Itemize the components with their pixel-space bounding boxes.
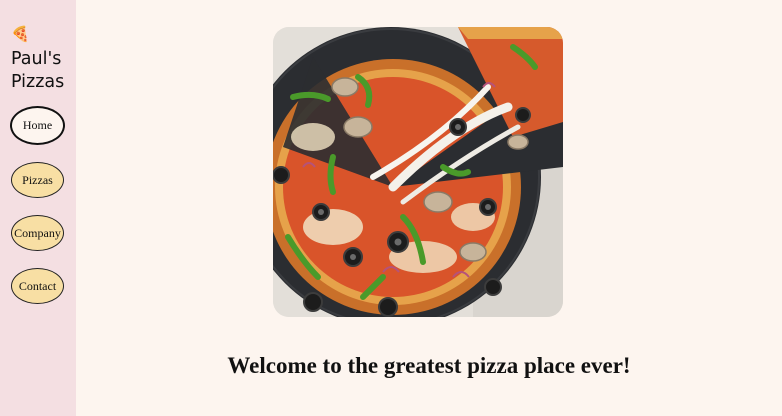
hero-pizza-image [273, 27, 563, 317]
nav-company-label: Company [14, 225, 61, 240]
brand-title: Paul's Pizzas [11, 49, 65, 92]
nav-contact-label: Contact [18, 278, 57, 293]
welcome-heading: Welcome to the greatest pizza place ever… [227, 353, 631, 378]
nav-pizzas-label: Pizzas [22, 172, 53, 187]
pizza-icon: 🍕 [11, 25, 30, 43]
nav-pizzas-button[interactable]: Pizzas [11, 162, 64, 198]
nav-contact-button[interactable]: Contact [11, 268, 64, 304]
nav-home-button[interactable]: Home [10, 106, 65, 145]
sidebar: 🍕 Paul's Pizzas Home Pizzas Company Cont… [0, 0, 76, 416]
nav-company-button[interactable]: Company [11, 215, 64, 251]
nav-home-label: Home [22, 118, 53, 132]
